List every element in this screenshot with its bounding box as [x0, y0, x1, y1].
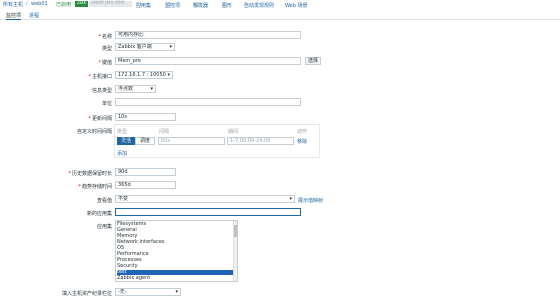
listbox-scrollbar[interactable]	[233, 221, 237, 281]
name-input[interactable]: 可用内存比:	[115, 31, 301, 39]
type-label: 类型	[101, 46, 112, 52]
segment-scheduling[interactable]: 调度	[135, 137, 155, 145]
units-input[interactable]	[115, 98, 301, 106]
custom-interval-input[interactable]: 50s	[158, 137, 225, 145]
valuemap-label: 查看值	[96, 198, 112, 204]
trends-input[interactable]: 365d	[115, 181, 176, 189]
custom-intervals-label: 自定义时间间隔	[76, 129, 112, 135]
info-type-label: 信息类型	[91, 88, 112, 94]
new-application-input[interactable]	[115, 208, 301, 216]
inventory-select[interactable]: -无-	[115, 288, 181, 296]
custom-intervals-table: 类型 间隔 期间 动作 灵活 调度 50s 1-7,00:00-24:00 移除…	[114, 124, 320, 158]
custom-remove-link[interactable]: 移除	[297, 138, 307, 145]
col-period: 期间	[228, 129, 239, 135]
list-item[interactable]: Network interfaces	[117, 240, 164, 245]
tab-preprocessing[interactable]: 进程	[29, 12, 39, 19]
scrollbar-thumb[interactable]	[234, 225, 237, 237]
interface-label: *主机接口	[88, 74, 112, 80]
custom-add-link[interactable]: 添加	[117, 150, 127, 157]
key-label: *键值	[98, 60, 112, 66]
col-interval: 间隔	[159, 129, 170, 135]
col-type: 类型	[117, 129, 128, 135]
list-item[interactable]: Zabbix agent	[117, 276, 150, 281]
host-nav: 所有主机 / web01 已启用 ZBX SNMP JMX IPMI 应用集 1…	[3, 1, 308, 9]
units-label: 单位	[101, 101, 112, 107]
name-label: *名称	[98, 34, 112, 40]
zbx-availability-badge: ZBX	[75, 1, 89, 7]
availability-chips: SNMP JMX IPMI	[89, 1, 132, 7]
interval-label: *更新间隔	[88, 116, 112, 122]
info-type-select[interactable]: 浮点数	[115, 85, 156, 93]
breadcrumb-sep: /	[26, 1, 28, 7]
history-input[interactable]: 90d	[115, 168, 176, 176]
breadcrumb-host[interactable]: web01	[31, 1, 48, 7]
col-action: 动作	[297, 129, 308, 135]
tab-item[interactable]: 监控项	[6, 12, 22, 20]
interval-input[interactable]: 10s	[115, 113, 176, 121]
history-label: *历史数据保留时长	[68, 171, 112, 177]
form-tabs: 监控项 进程	[0, 10, 560, 20]
valuemap-select[interactable]: 不变	[115, 195, 295, 203]
new-application-label: 新的应用集	[86, 211, 112, 217]
type-select[interactable]: Zabbix 客户端	[115, 43, 175, 51]
inventory-label: 填入主机资产纪录栏位	[61, 291, 112, 297]
host-status-enabled[interactable]: 已启用	[56, 1, 71, 8]
trends-label: *趋势存储时间	[78, 184, 112, 190]
show-valuemap-link[interactable]: 展示值映射	[298, 197, 323, 204]
breadcrumb-all-hosts[interactable]: 所有主机	[3, 1, 23, 8]
custom-period-input[interactable]: 1-7,00:00-24:00	[227, 137, 294, 145]
applications-listbox[interactable]: Filesystems General Memory Network inter…	[115, 220, 238, 282]
applications-label: 应用集	[96, 224, 112, 230]
key-select-button[interactable]: 选择	[305, 57, 321, 65]
key-input[interactable]: Mem_pre	[115, 57, 301, 65]
segment-flexible[interactable]: 灵活	[117, 137, 135, 145]
interface-select[interactable]: 172.16.1.7 : 10050	[115, 71, 173, 79]
